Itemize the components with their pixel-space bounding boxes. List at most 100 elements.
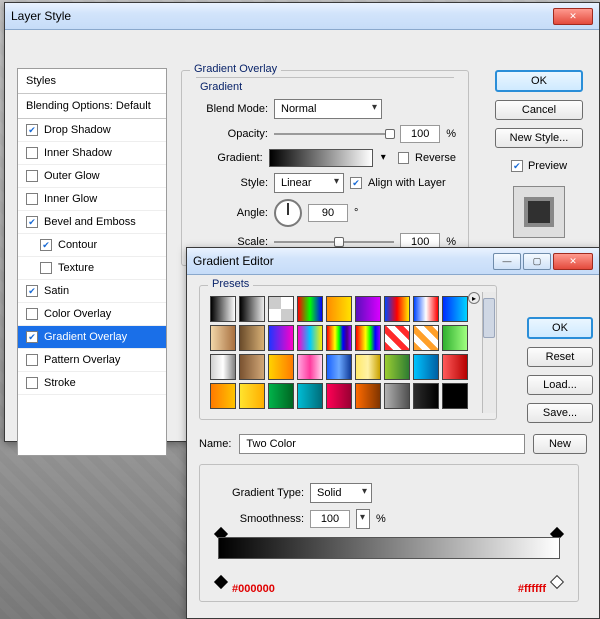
gradient-bar[interactable] [218,537,560,559]
ge-save-button[interactable]: Save... [527,403,593,423]
style-item-checkbox[interactable] [26,308,38,320]
preset-swatch[interactable] [326,325,352,351]
preset-swatch[interactable] [355,296,381,322]
style-item-satin[interactable]: Satin [18,280,166,303]
style-item-checkbox[interactable] [26,331,38,343]
preset-swatch[interactable] [442,354,468,380]
ge-ok-button[interactable]: OK [527,317,593,339]
preset-swatch[interactable] [297,354,323,380]
reverse-checkbox[interactable] [398,152,409,164]
preset-swatch[interactable] [442,383,468,409]
ok-button[interactable]: OK [495,70,583,92]
style-item-checkbox[interactable] [26,147,38,159]
style-item-pattern-overlay[interactable]: Pattern Overlay [18,349,166,372]
preset-swatch[interactable] [355,383,381,409]
style-item-gradient-overlay[interactable]: Gradient Overlay [18,326,166,349]
preset-swatch[interactable] [239,383,265,409]
style-item-checkbox[interactable] [26,354,38,366]
style-label: Style: [194,177,268,189]
preset-swatch[interactable] [326,354,352,380]
styles-header[interactable]: Styles [18,69,166,94]
preview-checkbox[interactable] [511,160,523,172]
preset-swatch[interactable] [384,354,410,380]
opacity-slider[interactable] [274,127,394,141]
smoothness-dropdown-icon[interactable] [356,509,370,529]
preset-swatch[interactable] [442,296,468,322]
preset-swatch[interactable] [297,325,323,351]
close-icon[interactable]: ✕ [553,8,593,25]
style-item-drop-shadow[interactable]: Drop Shadow [18,119,166,142]
preset-swatch[interactable] [268,383,294,409]
preset-swatch[interactable] [268,296,294,322]
style-item-outer-glow[interactable]: Outer Glow [18,165,166,188]
preset-swatch[interactable] [210,296,236,322]
style-item-checkbox[interactable] [40,262,52,274]
preset-swatch[interactable] [413,325,439,351]
preset-swatch[interactable] [326,296,352,322]
close-icon[interactable]: ✕ [553,253,593,270]
new-style-button[interactable]: New Style... [495,128,583,148]
gradient-type-group: Gradient Type: Solid Smoothness: 100 % #… [199,464,579,602]
angle-dial[interactable] [274,199,302,227]
style-item-contour[interactable]: Contour [18,234,166,257]
style-item-bevel-and-emboss[interactable]: Bevel and Emboss [18,211,166,234]
new-gradient-button[interactable]: New [533,434,587,454]
style-item-checkbox[interactable] [26,193,38,205]
preset-swatch[interactable] [413,296,439,322]
color-stop-left[interactable] [214,575,228,589]
style-item-checkbox[interactable] [26,377,38,389]
preset-swatch[interactable] [442,325,468,351]
preset-swatch[interactable] [210,354,236,380]
gradient-overlay-group: Gradient Overlay Gradient Blend Mode: No… [181,70,469,266]
style-item-color-overlay[interactable]: Color Overlay [18,303,166,326]
cancel-button[interactable]: Cancel [495,100,583,120]
style-item-stroke[interactable]: Stroke [18,372,166,395]
preset-swatch[interactable] [210,325,236,351]
presets-scrollbar[interactable] [482,292,496,413]
preset-swatch[interactable] [355,354,381,380]
style-item-inner-shadow[interactable]: Inner Shadow [18,142,166,165]
blending-options-item[interactable]: Blending Options: Default [18,94,166,119]
preset-swatch[interactable] [384,325,410,351]
ge-load-button[interactable]: Load... [527,375,593,395]
align-checkbox[interactable] [350,177,362,189]
opacity-value[interactable]: 100 [400,125,440,143]
preset-swatch[interactable] [268,325,294,351]
preset-swatch[interactable] [413,383,439,409]
preset-swatch[interactable] [268,354,294,380]
smoothness-value[interactable]: 100 [310,510,350,528]
preset-swatch[interactable] [413,354,439,380]
presets-menu-icon[interactable]: ▸ [468,292,480,304]
preset-swatch[interactable] [239,354,265,380]
angle-value[interactable]: 90 [308,204,348,222]
style-item-checkbox[interactable] [26,216,38,228]
preset-swatch[interactable] [210,383,236,409]
style-item-checkbox[interactable] [26,124,38,136]
gradient-type-select[interactable]: Solid [310,483,372,503]
preset-swatch[interactable] [239,296,265,322]
style-select[interactable]: Linear [274,173,344,193]
preset-swatch[interactable] [326,383,352,409]
style-item-texture[interactable]: Texture [18,257,166,280]
preset-swatch[interactable] [355,325,381,351]
maximize-icon[interactable]: ▢ [523,253,551,270]
preset-swatch[interactable] [239,325,265,351]
ge-reset-button[interactable]: Reset [527,347,593,367]
style-item-checkbox[interactable] [26,285,38,297]
preset-swatch[interactable] [384,383,410,409]
style-item-checkbox[interactable] [26,170,38,182]
preset-swatch[interactable] [384,296,410,322]
gradient-editor-titlebar[interactable]: Gradient Editor — ▢ ✕ [187,248,599,275]
color-stop-right[interactable] [550,575,564,589]
minimize-icon[interactable]: — [493,253,521,270]
style-item-checkbox[interactable] [40,239,52,251]
preset-swatch[interactable] [297,296,323,322]
name-field[interactable] [239,434,525,454]
style-item-label: Color Overlay [44,308,111,320]
layer-style-titlebar[interactable]: Layer Style ✕ [5,3,599,30]
reverse-label: Reverse [415,152,456,164]
blend-mode-select[interactable]: Normal [274,99,382,119]
gradient-swatch[interactable] [269,149,373,167]
style-item-inner-glow[interactable]: Inner Glow [18,188,166,211]
preset-swatch[interactable] [297,383,323,409]
